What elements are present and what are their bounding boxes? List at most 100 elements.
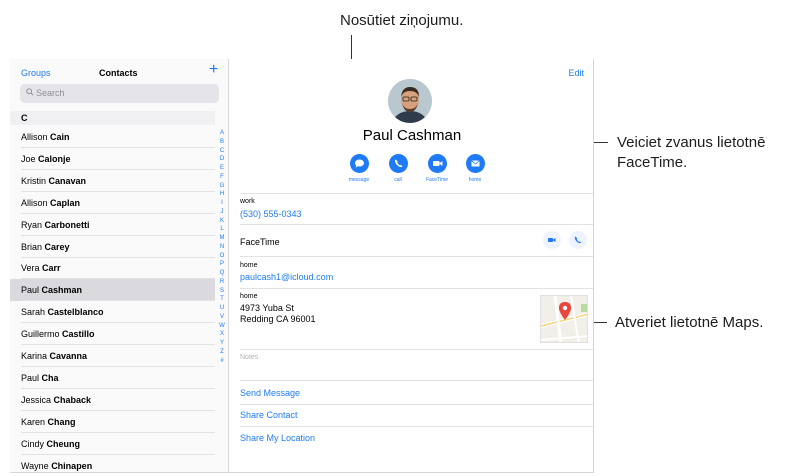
index-letter[interactable]: K [215, 217, 228, 226]
contact-first-name: Karen [21, 416, 48, 427]
contact-last-name: Carr [42, 263, 61, 274]
contact-row[interactable]: Paul Cha [10, 367, 215, 389]
index-letter[interactable]: C [215, 147, 228, 156]
contact-row[interactable]: Karina Cavanna [10, 345, 215, 367]
alphabet-index[interactable]: A B C D E F G H I J K L M N O P Q R S T U V W X Y Z # [215, 129, 228, 366]
index-letter[interactable]: U [215, 304, 228, 313]
contact-last-name: Cheung [46, 438, 81, 449]
callout-maps: Atveriet lietotnē Maps. [615, 314, 764, 331]
search-field[interactable]: Search [20, 84, 219, 103]
contact-name: Karen Chang [21, 417, 76, 427]
contact-first-name: Cindy [21, 438, 47, 449]
search-icon [26, 88, 34, 96]
index-letter[interactable]: T [215, 295, 228, 304]
facetime-audio-button[interactable] [569, 231, 587, 249]
ipad-contacts-window: Groups Contacts + Search C Allison Cain J… [10, 59, 594, 473]
index-letter[interactable]: N [215, 243, 228, 252]
index-letter[interactable]: R [215, 278, 228, 287]
notes-label[interactable]: Notes [240, 354, 258, 361]
index-letter[interactable]: X [215, 330, 228, 339]
index-letter[interactable]: L [215, 225, 228, 234]
contact-row[interactable]: Jessica Chaback [10, 389, 215, 411]
index-letter[interactable]: F [215, 173, 228, 182]
contact-name: Joe Calonje [21, 154, 71, 164]
contact-row[interactable]: Vera Carr [10, 257, 215, 280]
contact-row[interactable]: Karen Chang [10, 411, 215, 433]
contact-row[interactable]: Kristin Canavan [10, 170, 215, 192]
contact-name: Vera Carr [21, 263, 61, 273]
contact-name: Cindy Cheung [21, 439, 80, 449]
contact-first-name: Sarah [21, 307, 48, 318]
send-message-link[interactable]: Send Message [240, 388, 300, 398]
contact-last-name: Chinapen [51, 460, 93, 471]
share-contact-link[interactable]: Share Contact [240, 410, 298, 420]
facetime-label: FaceTime [425, 177, 449, 183]
contact-first-name: Allison [21, 132, 51, 142]
index-letter[interactable]: D [215, 155, 228, 164]
contact-first-name: Karina [21, 351, 50, 361]
contact-row[interactable]: Sarah Castelblanco [10, 301, 215, 324]
contact-first-name: Allison [21, 197, 51, 208]
index-letter[interactable]: E [215, 164, 228, 173]
message-label: message [348, 177, 370, 183]
edit-button[interactable]: Edit [568, 68, 584, 78]
divider [240, 380, 593, 381]
contacts-sidebar: Groups Contacts + Search C Allison Cain J… [10, 59, 229, 472]
contact-name: Paul Cha [21, 373, 59, 383]
address-line-2[interactable]: Redding CA 96001 [240, 314, 316, 324]
index-letter[interactable]: O [215, 252, 228, 261]
index-letter[interactable]: Z [215, 348, 228, 357]
contact-last-name: Canavan [48, 175, 87, 186]
contact-row[interactable]: Allison Cain [10, 126, 215, 148]
call-button[interactable]: call [381, 154, 415, 183]
address-line-1[interactable]: 4973 Yuba St [240, 303, 294, 313]
index-letter[interactable]: Y [215, 339, 228, 348]
contact-row[interactable]: Cindy Cheung [10, 433, 215, 455]
contact-first-name: Jessica [21, 394, 54, 405]
contact-row[interactable]: Allison Caplan [10, 192, 215, 214]
phone-number[interactable]: (530) 555-0343 [240, 209, 302, 219]
contact-first-name: Paul [21, 285, 42, 296]
contact-last-name: Chaback [53, 394, 92, 405]
contact-name: Jessica Chaback [21, 395, 91, 405]
contact-row[interactable]: Brian Carey [10, 236, 215, 258]
message-button[interactable]: message [342, 154, 376, 183]
share-location-link[interactable]: Share My Location [240, 433, 315, 443]
contact-last-name: Cashman [41, 285, 83, 296]
contact-last-name: Chang [47, 416, 76, 427]
mail-button[interactable]: home [458, 154, 492, 183]
index-letter[interactable]: A [215, 129, 228, 138]
index-letter[interactable]: Q [215, 269, 228, 278]
index-letter[interactable]: # [215, 357, 228, 366]
contact-row[interactable]: Paul Cashman [10, 279, 215, 302]
index-letter[interactable]: P [215, 260, 228, 269]
facetime-video-button[interactable] [543, 231, 561, 249]
contact-name: Guillermo Castillo [21, 329, 95, 339]
index-letter[interactable]: I [215, 199, 228, 208]
avatar-photo [388, 79, 432, 123]
contact-row[interactable]: Ryan Carbonetti [10, 214, 215, 236]
contact-first-name: Wayne [21, 460, 52, 471]
contact-row[interactable]: Guillermo Castillo [10, 323, 215, 346]
add-contact-button[interactable]: + [209, 62, 218, 78]
index-letter[interactable]: W [215, 322, 228, 331]
map-thumbnail[interactable] [540, 295, 588, 343]
contact-row[interactable]: Wayne Chinapen [10, 455, 215, 473]
index-letter[interactable]: S [215, 287, 228, 296]
divider [240, 349, 593, 350]
index-letter[interactable]: G [215, 182, 228, 191]
email-address[interactable]: paulcash1@icloud.com [240, 272, 333, 282]
facetime-button[interactable]: FaceTime [420, 154, 454, 183]
index-letter[interactable]: J [215, 208, 228, 217]
contact-last-name: Caplan [50, 197, 81, 208]
index-letter[interactable]: B [215, 138, 228, 147]
index-letter[interactable]: V [215, 313, 228, 322]
email-label: home [240, 262, 258, 269]
call-label: call [394, 177, 402, 183]
index-letter[interactable]: H [215, 190, 228, 199]
phone-icon [388, 154, 408, 173]
index-letter[interactable]: M [215, 234, 228, 243]
groups-button[interactable]: Groups [21, 68, 51, 78]
mail-label: home [468, 177, 482, 183]
contact-row[interactable]: Joe Calonje [10, 148, 215, 170]
